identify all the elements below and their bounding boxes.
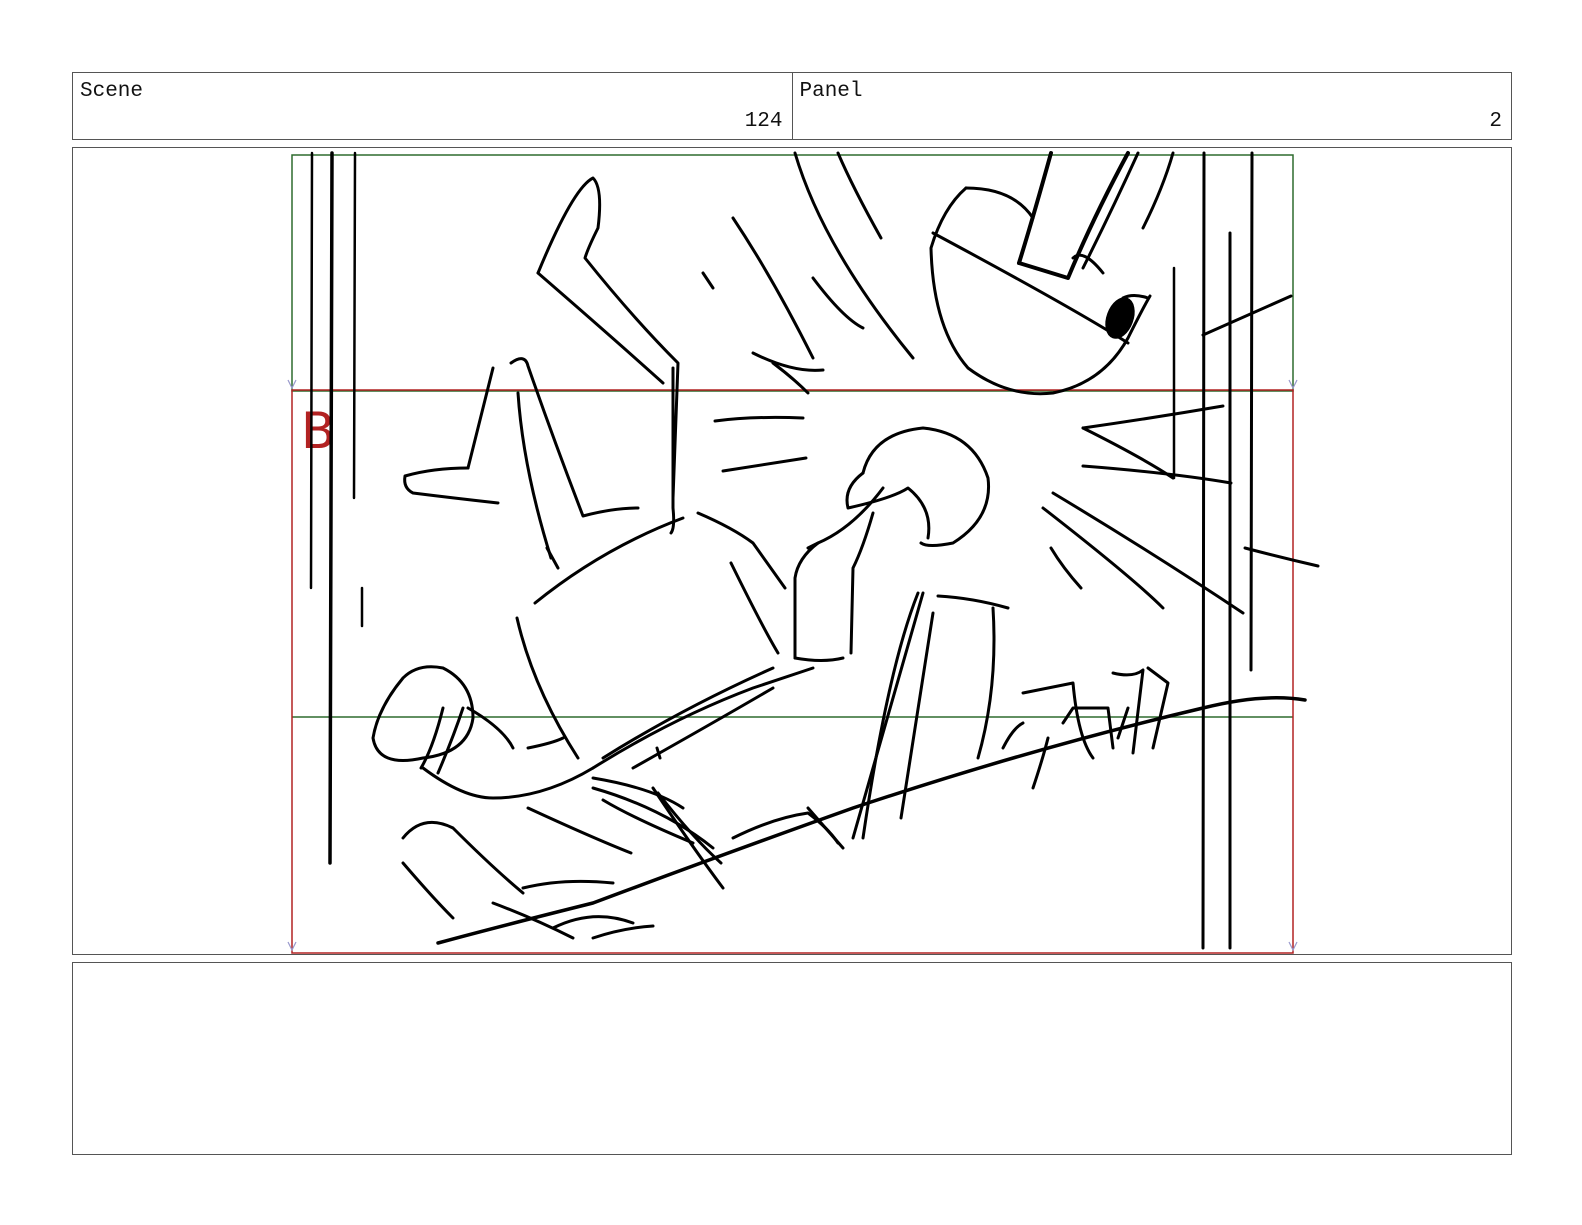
sketch-drawing [309,151,1320,950]
panel-label: Panel [799,80,863,103]
panel-header: Scene 124 Panel 2 [72,72,1512,140]
frame-arrows [287,379,1298,952]
panel-cell: Panel 2 [791,73,1512,139]
storyboard-panel: B [72,147,1512,955]
panel-sketch: B [287,151,1320,954]
scene-cell: Scene 124 [73,73,792,139]
scene-label: Scene [80,80,144,103]
panel-number: 2 [1489,110,1502,133]
notes-area[interactable] [72,962,1512,1155]
safe-frame-top [291,154,1294,392]
scene-number: 124 [744,110,783,133]
